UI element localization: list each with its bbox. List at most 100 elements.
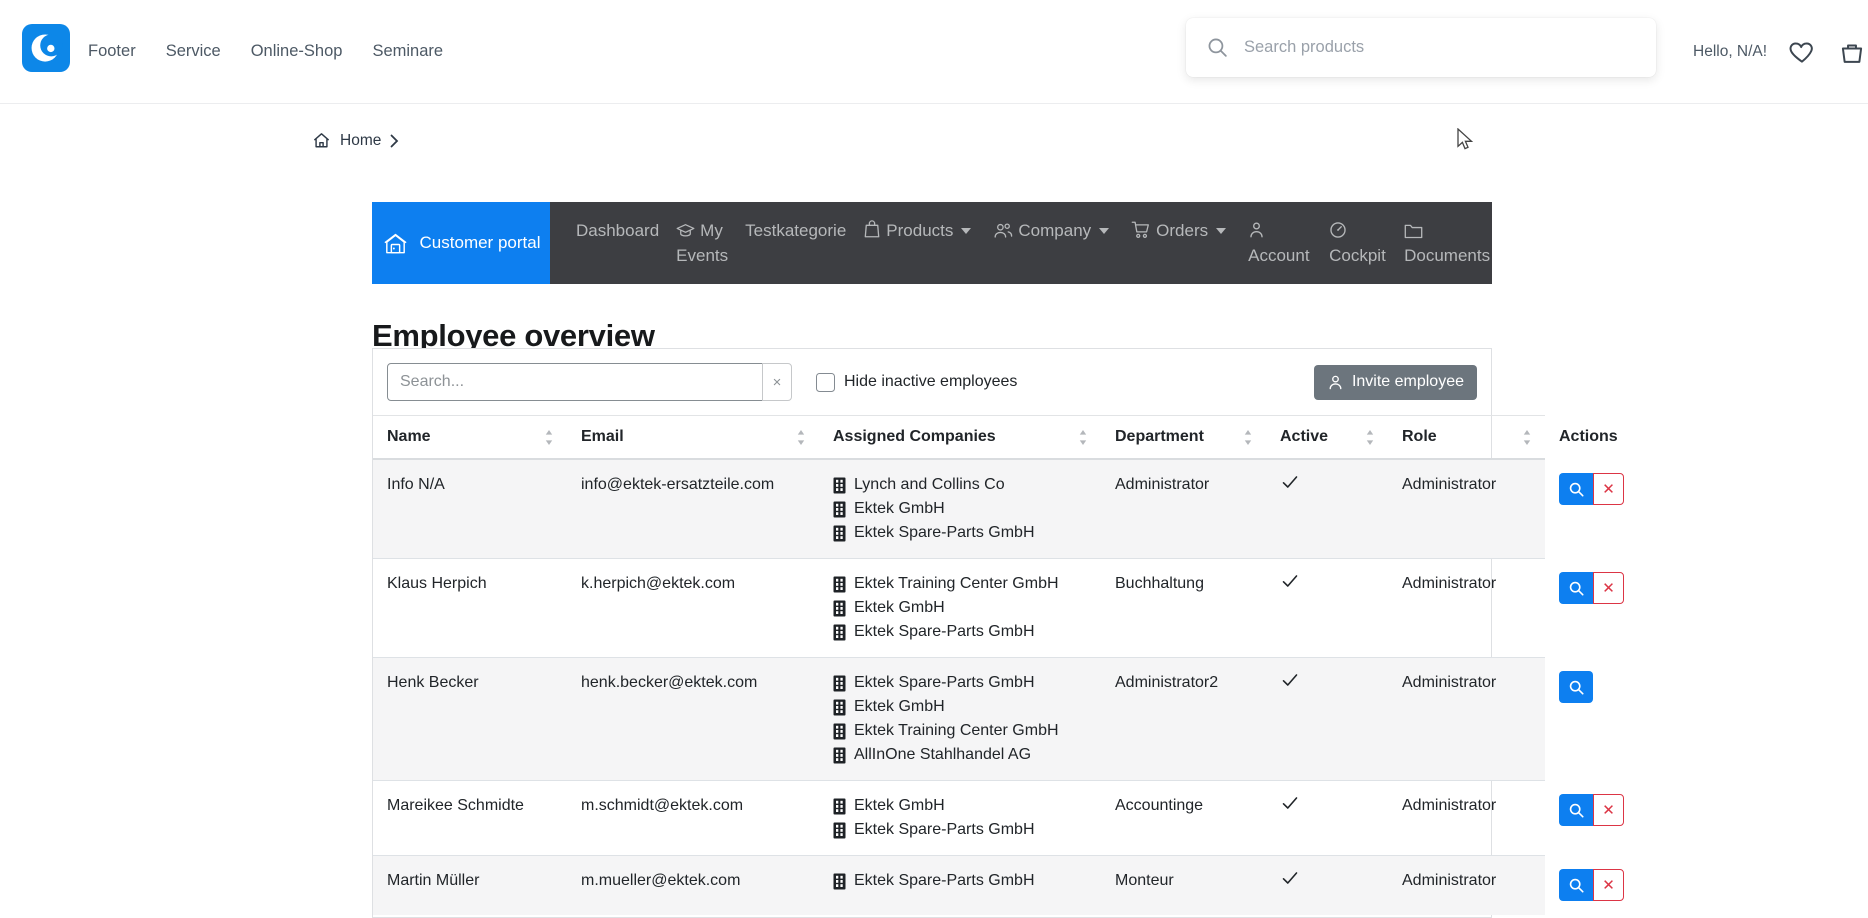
- sort-icon: [545, 430, 553, 445]
- hide-inactive-checkbox[interactable]: [816, 373, 835, 392]
- wishlist-button[interactable]: [1788, 0, 1816, 103]
- product-search-input[interactable]: [1242, 37, 1656, 58]
- action-buttons: ✕: [1559, 473, 1624, 505]
- nav-link-service[interactable]: Service: [166, 42, 221, 61]
- portal-nav-item-dashboard[interactable]: Dashboard: [576, 218, 659, 243]
- building-icon: [833, 576, 846, 593]
- view-employee-button[interactable]: [1559, 473, 1593, 505]
- column-label: Assigned Companies: [833, 428, 996, 446]
- clear-search-button[interactable]: ×: [762, 363, 792, 401]
- name-cell: Klaus Herpich: [373, 559, 567, 658]
- delete-employee-button[interactable]: ✕: [1593, 572, 1624, 604]
- breadcrumb: Home: [312, 131, 399, 150]
- email-cell: info@ektek-ersatzteile.com: [567, 459, 819, 559]
- magnifier-icon: [1568, 802, 1585, 819]
- portal-nav-item-products[interactable]: Products: [863, 218, 976, 243]
- active-cell: [1266, 459, 1388, 559]
- table-row: Klaus Herpichk.herpich@ektek.comEktek Tr…: [373, 559, 1545, 658]
- folder-icon: [1404, 223, 1423, 239]
- department-cell: Accountinge: [1101, 781, 1266, 856]
- portal-nav-item-company[interactable]: Company: [993, 218, 1114, 243]
- company-name: Ektek GmbH: [854, 596, 945, 620]
- column-header-active[interactable]: Active: [1266, 416, 1388, 460]
- company-item: Ektek Training Center GmbH: [833, 719, 1087, 743]
- header-row: Name Email Assigned Companies DepartmentAct…: [373, 416, 1545, 460]
- role-cell: Administrator: [1388, 781, 1545, 856]
- column-label: Name: [387, 428, 431, 446]
- company-name: AllInOne Stahlhandel AG: [854, 743, 1031, 767]
- department-cell: Monteur: [1101, 856, 1266, 915]
- column-header-department[interactable]: Department: [1101, 416, 1266, 460]
- company-name: Ektek Spare-Parts GmbH: [854, 521, 1035, 545]
- check-icon: [1280, 473, 1300, 491]
- portal-nav-item-my-events[interactable]: My Events: [676, 218, 728, 268]
- portal-nav-item-cockpit[interactable]: Cockpit: [1329, 218, 1387, 268]
- chevron-right-icon: [390, 134, 399, 148]
- nav-link-seminare[interactable]: Seminare: [372, 42, 443, 61]
- view-employee-button[interactable]: [1559, 671, 1593, 703]
- portal-nav-item-account[interactable]: Account: [1248, 218, 1312, 268]
- magnifier-icon: [1568, 481, 1585, 498]
- company-name: Ektek Spare-Parts GmbH: [854, 671, 1035, 695]
- top-header: FooterServiceOnline-ShopSeminare Hello, …: [0, 0, 1868, 104]
- department-cell: Administrator2: [1101, 658, 1266, 781]
- sort-icon: [797, 430, 805, 445]
- name-cell: Mareikee Schmidte: [373, 781, 567, 856]
- portal-nav-item-testkategorie[interactable]: Testkategorie: [745, 218, 846, 243]
- magnifier-icon: [1568, 679, 1585, 696]
- company-name: Ektek Training Center GmbH: [854, 719, 1059, 743]
- gauge-icon: [1329, 221, 1347, 239]
- building-icon: [833, 822, 846, 839]
- name-cell: Info N/A: [373, 459, 567, 559]
- action-buttons: ✕: [1559, 869, 1624, 901]
- building-icon: [833, 873, 846, 890]
- column-label: Email: [581, 428, 624, 446]
- invite-employee-button[interactable]: Invite employee: [1314, 365, 1477, 400]
- column-header-assigned-companies[interactable]: Assigned Companies: [819, 416, 1101, 460]
- company-item: Ektek Spare-Parts GmbH: [833, 671, 1087, 695]
- building-icon: [833, 477, 846, 494]
- portal-nav-item-label: Company: [1018, 221, 1091, 240]
- x-icon: ✕: [1602, 801, 1615, 819]
- view-employee-button[interactable]: [1559, 869, 1593, 901]
- role-cell: Administrator: [1388, 856, 1545, 915]
- company-name: Ektek Training Center GmbH: [854, 572, 1059, 596]
- portal-nav-item-label: Products: [886, 221, 953, 240]
- delete-employee-button[interactable]: ✕: [1593, 869, 1624, 901]
- table-row: Henk Beckerhenk.becker@ektek.comEktek Sp…: [373, 658, 1545, 781]
- name-cell: Martin Müller: [373, 856, 567, 915]
- building-icon: [833, 600, 846, 617]
- active-cell: [1266, 559, 1388, 658]
- column-header-role[interactable]: Role: [1388, 416, 1545, 460]
- graduation-cap-icon: [676, 223, 695, 239]
- portal-nav-item-orders[interactable]: Orders: [1131, 218, 1231, 243]
- product-search-box: [1186, 18, 1656, 77]
- delete-employee-button[interactable]: ✕: [1593, 473, 1624, 505]
- companies-cell: Ektek Spare-Parts GmbH: [819, 856, 1101, 915]
- nav-link-online-shop[interactable]: Online-Shop: [251, 42, 343, 61]
- active-cell: [1266, 781, 1388, 856]
- delete-employee-button[interactable]: ✕: [1593, 794, 1624, 826]
- view-employee-button[interactable]: [1559, 794, 1593, 826]
- cart-button[interactable]: [1838, 0, 1866, 103]
- portal-nav-item-documents[interactable]: Documents: [1404, 218, 1494, 268]
- breadcrumb-home-link[interactable]: Home: [340, 132, 381, 150]
- home-icon[interactable]: [312, 131, 331, 150]
- magnifier-icon: [1568, 877, 1585, 894]
- shopware-logo-icon: [25, 27, 67, 69]
- shop-logo[interactable]: [22, 24, 70, 72]
- table-header: Name Email Assigned Companies DepartmentAct…: [373, 416, 1545, 460]
- column-header-name[interactable]: Name: [373, 416, 567, 460]
- hide-inactive-label[interactable]: Hide inactive employees: [844, 373, 1017, 391]
- company-name: Lynch and Collins Co: [854, 473, 1005, 497]
- magnifier-icon: [1568, 580, 1585, 597]
- employee-search-input[interactable]: [387, 363, 763, 401]
- nav-link-footer[interactable]: Footer: [88, 42, 136, 61]
- role-cell: Administrator: [1388, 658, 1545, 781]
- tab-customer-portal[interactable]: Customer portal: [372, 202, 550, 284]
- portal-nav-item-label: Cockpit: [1329, 246, 1386, 265]
- company-item: Ektek Spare-Parts GmbH: [833, 620, 1087, 644]
- column-header-email[interactable]: Email: [567, 416, 819, 460]
- view-employee-button[interactable]: [1559, 572, 1593, 604]
- email-cell: m.mueller@ektek.com: [567, 856, 819, 915]
